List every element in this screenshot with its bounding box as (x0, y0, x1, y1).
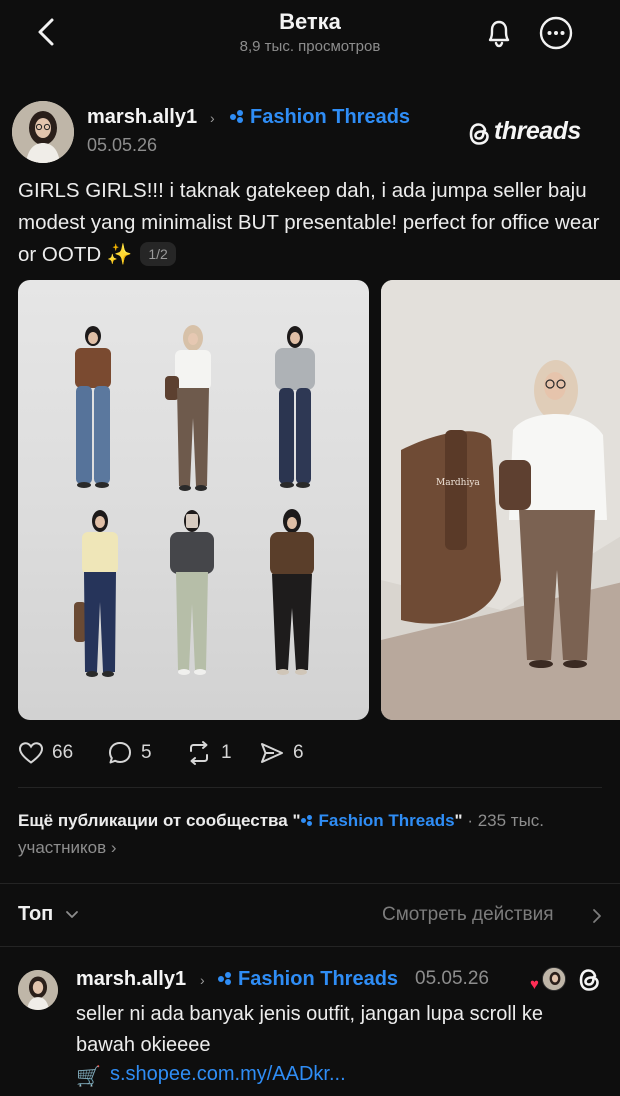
outfit-closeup-image: Mardhiya (381, 280, 620, 720)
like-button[interactable]: 66 (18, 738, 73, 768)
chevron-down-icon[interactable] (64, 906, 80, 922)
reply-button[interactable]: 5 (107, 738, 152, 768)
chevron-right-icon (593, 909, 601, 923)
threads-icon (469, 123, 489, 145)
divider (0, 883, 620, 884)
reply-body: seller ni ada banyak jenis outfit, janga… (76, 1003, 543, 1056)
heart-icon (18, 742, 44, 764)
sort-dropdown[interactable]: Топ (18, 903, 53, 926)
reply-community-link[interactable]: Fashion Threads (218, 968, 398, 991)
send-icon (261, 743, 283, 763)
community-icon (218, 972, 234, 986)
repost-count: 1 (221, 742, 232, 763)
divider (18, 787, 602, 788)
like-count: 66 (52, 742, 74, 763)
community-icon (230, 110, 246, 124)
community-more-link[interactable]: Ещё публикации от сообщества " Fashion Th… (18, 807, 608, 861)
author-avatar[interactable] (12, 101, 74, 163)
community-name: Fashion Threads (300, 811, 455, 830)
community-icon (300, 815, 315, 827)
more-options-icon[interactable] (537, 14, 575, 52)
bell-icon[interactable] (480, 14, 518, 52)
threads-logo: threads (468, 116, 588, 150)
share-button[interactable]: 6 (259, 738, 304, 768)
repost-button[interactable]: 1 (185, 738, 232, 768)
shopping-cart-icon: 🛒 (76, 1066, 101, 1088)
top-bar: Ветка 8,9 тыс. просмотров (0, 0, 620, 70)
post-image-1[interactable] (18, 280, 369, 720)
post-date: 05.05.26 (87, 135, 158, 155)
image-page-indicator: 1/2 (140, 242, 176, 266)
reply-count: 5 (141, 742, 152, 763)
chevron-right-icon: › (210, 110, 215, 126)
bag-brand-label: Mardhiya (436, 478, 480, 488)
share-count: 6 (293, 742, 304, 763)
reply-date: 05.05.26 (415, 968, 489, 989)
view-activity-link[interactable]: Смотреть действия (382, 904, 553, 926)
repost-icon (190, 741, 208, 765)
reply-link[interactable]: s.shopee.com.my/AADkr... (110, 1063, 346, 1086)
divider (0, 946, 620, 947)
reply-username[interactable]: marsh.ally1 (76, 968, 186, 991)
threads-icon[interactable] (577, 967, 603, 993)
view-count: 8,9 тыс. просмотров (239, 38, 381, 55)
reply-author-avatar[interactable] (18, 970, 58, 1010)
community-link[interactable]: Fashion Threads (230, 106, 410, 129)
author-username[interactable]: marsh.ally1 (87, 106, 197, 129)
post-image-2[interactable]: Mardhiya (381, 280, 620, 720)
author-liked-heart-icon: ♥ (530, 976, 539, 993)
outfit-grid-image (74, 325, 315, 677)
comment-icon (109, 742, 131, 764)
chevron-right-icon: › (110, 838, 117, 857)
chevron-right-icon: › (200, 972, 205, 988)
liker-avatar (542, 967, 566, 991)
post-body: GIRLS GIRLS!!! i taknak gatekeep dah, i … (18, 179, 600, 266)
page-title: Ветка (279, 9, 341, 34)
